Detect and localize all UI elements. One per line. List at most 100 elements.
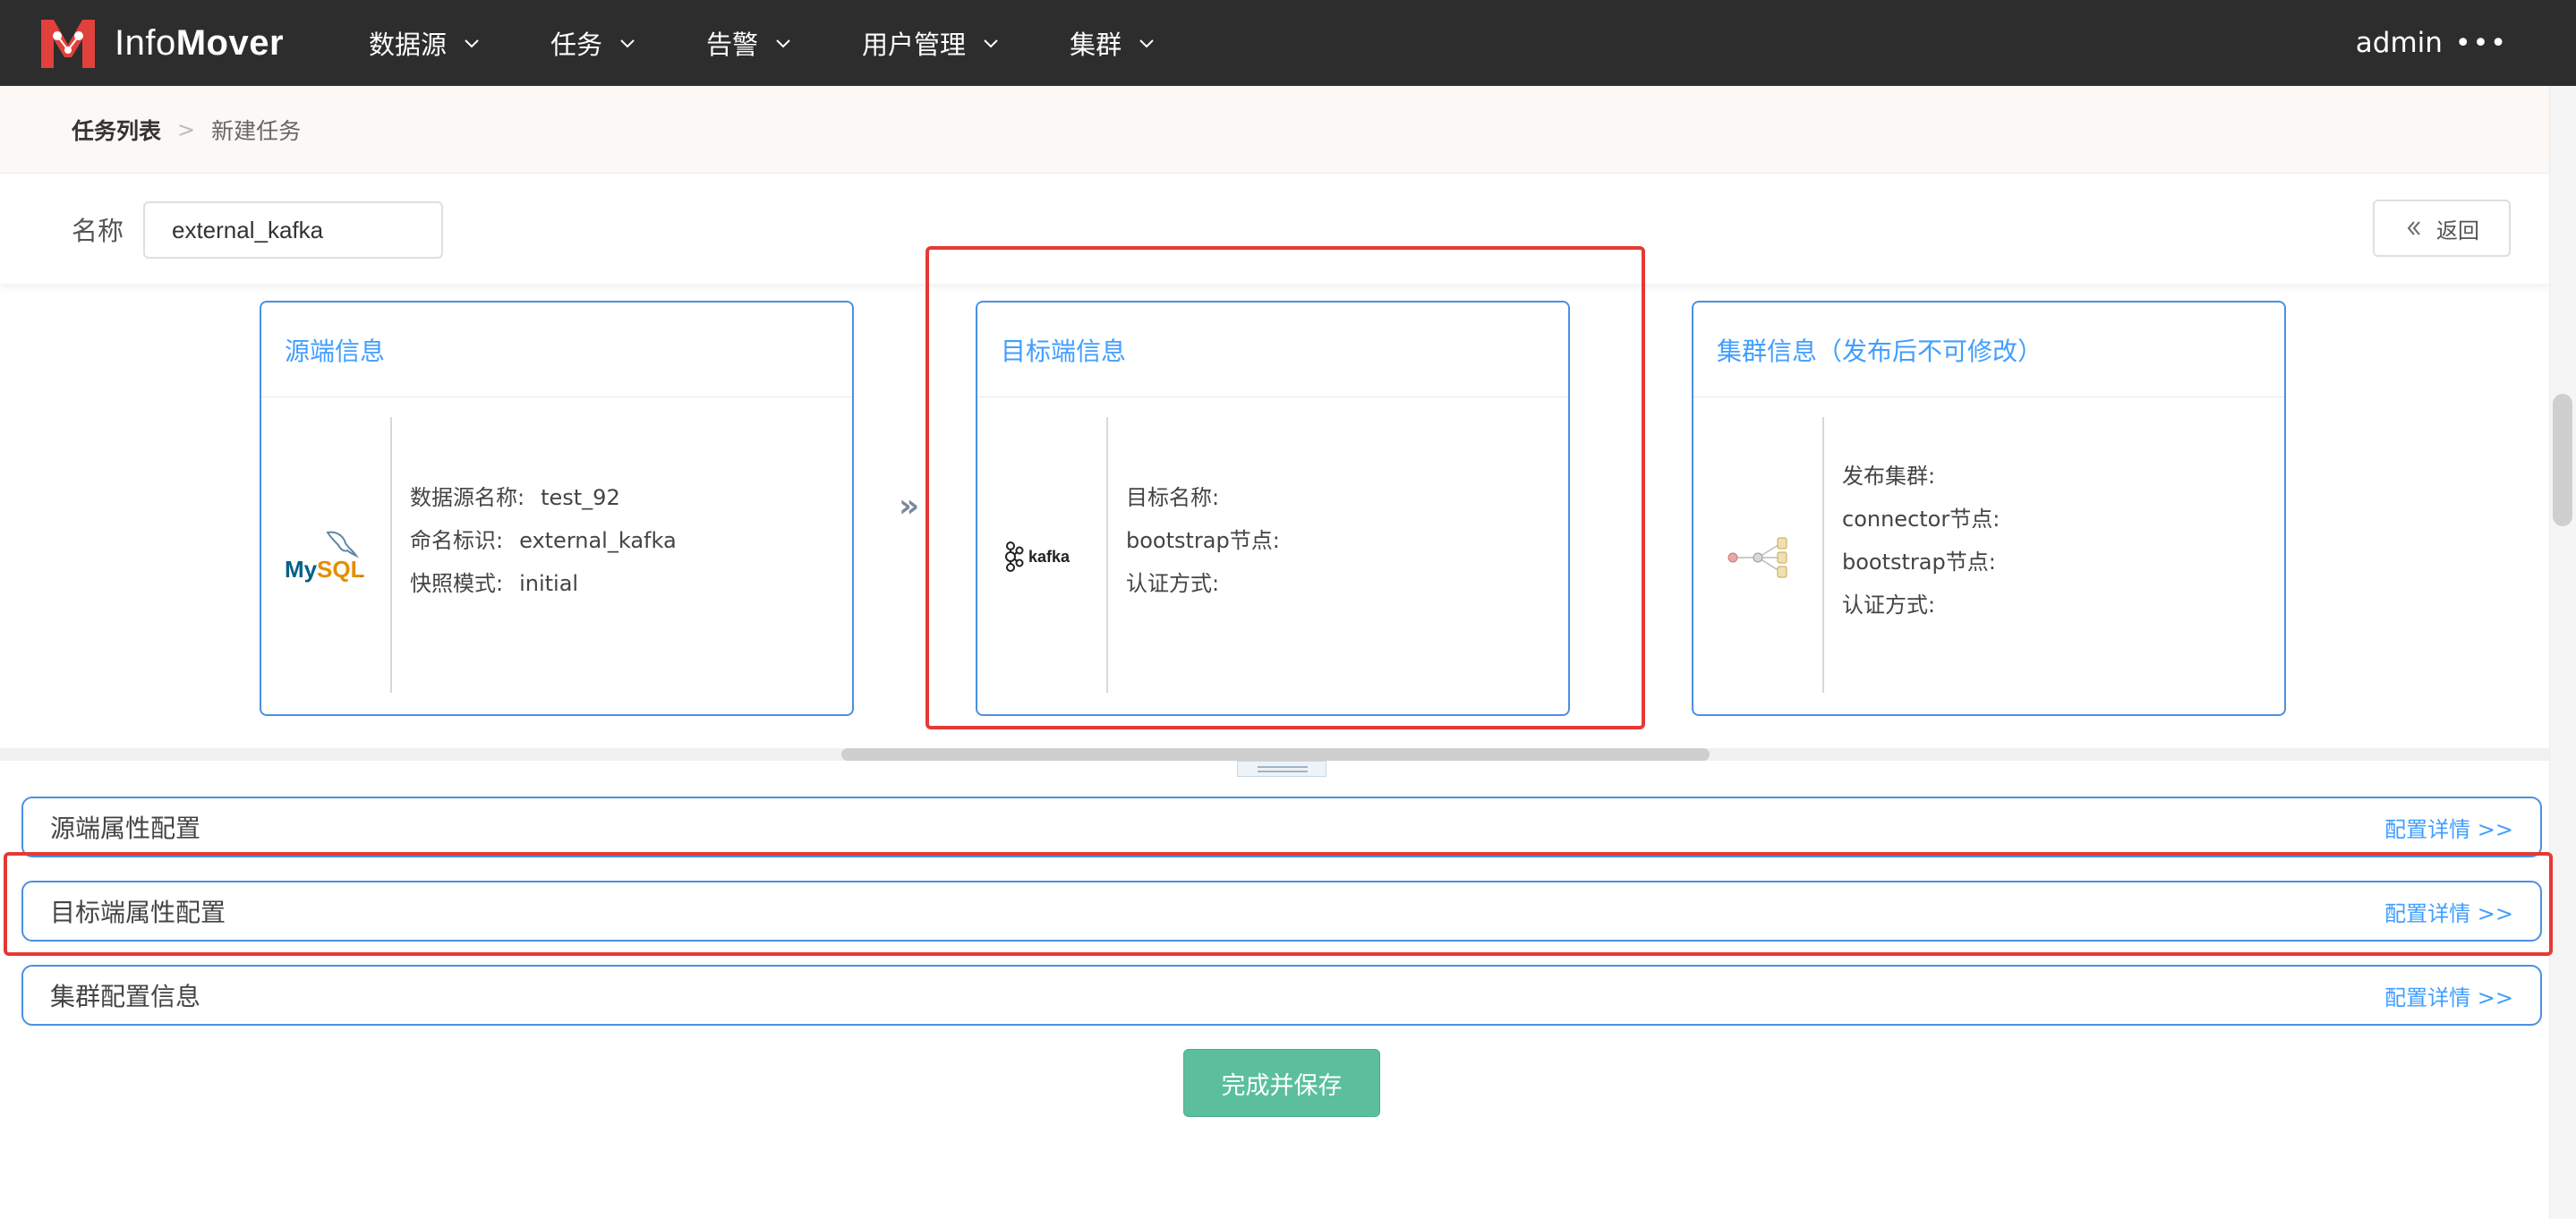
logo-text-light: Info: [115, 22, 176, 63]
chevron-down-icon: [984, 39, 998, 48]
nav-item-label: 用户管理: [862, 30, 967, 60]
task-name-input[interactable]: [143, 201, 443, 259]
nav-item-label: 告警: [706, 30, 759, 60]
back-button-label: 返回: [2436, 217, 2479, 243]
cluster-card-info: 发布集群: connector节点: bootstrap节点: 认证方式:: [1842, 455, 2016, 627]
nav-item-alerts[interactable]: 告警: [706, 24, 794, 62]
finish-and-save-button[interactable]: 完成并保存: [1183, 1049, 1380, 1117]
svg-text:kafka: kafka: [1028, 548, 1070, 566]
back-button[interactable]: 返回: [2373, 200, 2511, 257]
nav-item-label: 任务: [550, 30, 603, 60]
main-nav: 数据源 任务 告警 用户管理 集群: [369, 0, 1225, 86]
row-key: 认证方式:: [1126, 571, 1220, 596]
nav-item-user-management[interactable]: 用户管理: [862, 24, 1002, 62]
breadcrumb-separator-icon: >: [177, 117, 196, 142]
cluster-card-body: 发布集群: connector节点: bootstrap节点: 认证方式:: [1693, 397, 2284, 716]
source-row-snapshot-mode: 快照模式: initial: [410, 562, 677, 605]
breadcrumb-bar: 任务列表 > 新建任务: [0, 86, 2549, 174]
row-key: 目标名称:: [1126, 485, 1220, 510]
kafka-logo-svg: kafka: [1005, 541, 1070, 572]
app-logo[interactable]: InfoMover: [38, 13, 284, 73]
cluster-row-bootstrap: bootstrap节点:: [1842, 541, 2016, 584]
breadcrumb: 任务列表 > 新建任务: [72, 86, 301, 174]
source-config-section[interactable]: 源端属性配置 配置详情 >>: [21, 797, 2542, 857]
row-value: external_kafka: [519, 528, 677, 553]
row-value: initial: [519, 571, 579, 596]
breadcrumb-current: 新建任务: [211, 118, 302, 144]
source-row-name-identifier: 命名标识: external_kafka: [410, 519, 677, 562]
resize-handle-line: [1258, 766, 1308, 768]
cluster-row-connector: connector节点:: [1842, 498, 2016, 541]
resize-handle[interactable]: [1237, 761, 1326, 777]
vertical-scrollbar-thumb[interactable]: [2553, 394, 2572, 526]
target-card-info: 目标名称: bootstrap节点: 认证方式:: [1126, 476, 1296, 605]
nav-item-datasource[interactable]: 数据源: [369, 24, 482, 62]
username: admin: [2355, 27, 2443, 59]
card-divider: [390, 417, 392, 693]
svg-text:My: My: [285, 556, 318, 583]
mysql-logo-icon: My SQL .: [261, 397, 390, 716]
chevron-down-icon: [465, 39, 479, 48]
logo-text-bold: Mover: [175, 22, 285, 63]
config-detail-link[interactable]: 配置详情 >>: [2384, 980, 2513, 1011]
top-navbar: InfoMover 数据源 任务 告警 用户管理 集群 admin •••: [0, 0, 2576, 86]
row-key: 认证方式:: [1842, 592, 1936, 618]
section-title: 目标端属性配置: [50, 898, 226, 927]
mysql-logo-svg: My SQL .: [285, 531, 365, 583]
row-key: connector节点:: [1842, 507, 2000, 532]
card-divider: [1822, 417, 1824, 693]
source-card-title: 源端信息: [261, 303, 852, 397]
chevron-down-icon: [1139, 39, 1154, 48]
row-key: 命名标识:: [410, 528, 504, 553]
cluster-info-card: 集群信息（发布后不可修改） 发布集群: connector节点: bootstr…: [1692, 301, 2286, 716]
row-key: 数据源名称:: [410, 485, 525, 510]
more-icon[interactable]: •••: [2455, 28, 2508, 59]
row-key: 快照模式:: [410, 571, 504, 596]
config-detail-link[interactable]: 配置详情 >>: [2384, 812, 2513, 843]
app-logo-text: InfoMover: [115, 23, 284, 64]
target-row-target-name: 目标名称:: [1126, 476, 1296, 519]
target-card-body: kafka 目标名称: bootstrap节点: 认证方式:: [977, 397, 1568, 716]
chevron-down-icon: [620, 39, 635, 48]
cluster-card-title: 集群信息（发布后不可修改）: [1693, 303, 2284, 397]
cluster-topology-svg: [1727, 537, 1787, 578]
horizontal-scrollbar-thumb[interactable]: [841, 748, 1710, 761]
target-row-bootstrap: bootstrap节点:: [1126, 519, 1296, 562]
svg-text:SQL: SQL: [317, 556, 365, 583]
vertical-scrollbar-track[interactable]: [2549, 86, 2576, 1219]
cluster-row-publish-cluster: 发布集群:: [1842, 455, 2016, 498]
section-title: 集群配置信息: [50, 982, 201, 1011]
nav-item-label: 数据源: [369, 30, 448, 60]
config-detail-link[interactable]: 配置详情 >>: [2384, 896, 2513, 927]
infomover-logo-icon: [41, 20, 95, 68]
double-chevron-left-icon: [2407, 221, 2420, 235]
nav-item-label: 集群: [1070, 30, 1122, 60]
cluster-config-section[interactable]: 集群配置信息 配置详情 >>: [21, 965, 2542, 1026]
cluster-topology-icon: [1693, 397, 1822, 716]
task-name-row: 名称 返回: [0, 175, 2549, 284]
target-row-auth: 认证方式:: [1126, 562, 1296, 605]
card-divider: [1106, 417, 1108, 693]
row-key: bootstrap节点:: [1842, 550, 1996, 575]
user-menu[interactable]: admin •••: [2356, 0, 2508, 86]
row-value: test_92: [541, 485, 620, 510]
source-card-body: My SQL . 数据源名称: test_92 命名标识: external_kaf…: [261, 397, 852, 716]
cluster-row-auth: 认证方式:: [1842, 584, 2016, 627]
row-key: bootstrap节点:: [1126, 528, 1280, 553]
row-key: 发布集群:: [1842, 464, 1936, 489]
target-config-section[interactable]: 目标端属性配置 配置详情 >>: [21, 881, 2542, 942]
nav-item-tasks[interactable]: 任务: [550, 24, 638, 62]
source-row-datasource-name: 数据源名称: test_92: [410, 476, 677, 519]
target-info-card: 目标端信息 kafka 目标名称: bootstrap节点: 认证方式:: [976, 301, 1570, 716]
resize-handle-line: [1258, 771, 1308, 772]
target-card-title: 目标端信息: [977, 303, 1568, 397]
source-card-info: 数据源名称: test_92 命名标识: external_kafka 快照模式: i…: [410, 476, 677, 605]
svg-text:.: .: [360, 570, 363, 580]
section-title: 源端属性配置: [50, 814, 201, 843]
nav-item-cluster[interactable]: 集群: [1070, 24, 1157, 62]
breadcrumb-task-list[interactable]: 任务列表: [72, 114, 161, 146]
chevron-down-icon: [776, 39, 790, 48]
double-chevron-right-icon: »: [899, 488, 919, 524]
name-label: 名称: [72, 216, 124, 246]
source-info-card: 源端信息 My SQL . 数据源名称: test_92 命名标识: externa…: [260, 301, 854, 716]
